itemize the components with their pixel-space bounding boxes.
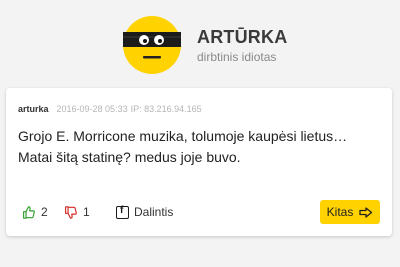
dislike-count: 1 [83,205,90,219]
post-actions: 2 1 f Dalintis Kitas [18,200,380,224]
arrow-right-icon [359,206,373,218]
like-count: 2 [41,205,48,219]
facebook-icon: f [116,205,129,219]
site-subtitle: dirbtinis idiotas [197,50,277,64]
like-button[interactable]: 2 [22,200,48,224]
bandit-face-logo[interactable] [122,15,182,75]
dislike-button[interactable]: 1 [64,200,90,224]
thumbs-down-icon [65,205,77,219]
site-title[interactable]: ARTŪRKA [197,27,287,48]
next-label: Kitas [326,205,354,219]
post-ip: IP: 83.216.94.165 [130,104,202,114]
post-datetime: 2016-09-28 05:33 [56,104,128,114]
post-card: arturka 2016-09-28 05:33 IP: 83.216.94.165… [6,88,392,236]
post-author[interactable]: arturka [18,104,49,114]
share-button[interactable]: f Dalintis [116,200,173,224]
post-meta: arturka 2016-09-28 05:33 IP: 83.216.94.165 [18,104,202,114]
next-button[interactable]: Kitas [320,200,380,224]
site-header: ARTŪRKA dirbtinis idiotas [0,0,400,88]
post-text: Grojo E. Morricone muzika, tolumoje kaup… [18,128,348,165]
share-label: Dalintis [134,205,174,219]
thumbs-up-icon [23,205,35,219]
